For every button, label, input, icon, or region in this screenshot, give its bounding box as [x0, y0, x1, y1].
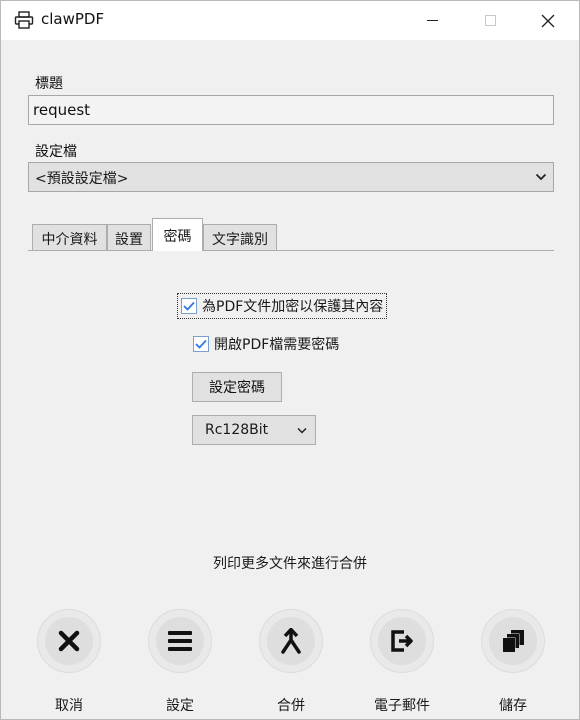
close-button[interactable]	[525, 1, 571, 40]
close-icon	[541, 14, 555, 27]
printer-icon	[14, 11, 34, 29]
settings-button[interactable]	[148, 609, 212, 673]
cancel-label: 取消	[55, 698, 83, 714]
encryption-level-value: Rc128Bit	[205, 422, 269, 438]
title-bar: clawPDF	[1, 1, 579, 40]
window-title: clawPDF	[41, 10, 105, 28]
title-label: 標題	[35, 76, 63, 92]
tab-divider	[28, 250, 554, 251]
encryption-level-select[interactable]: Rc128Bit	[192, 415, 316, 445]
cancel-button[interactable]	[37, 609, 101, 673]
merge-icon	[281, 628, 301, 654]
profile-select-value: <預設設定檔>	[35, 171, 129, 187]
chevron-down-icon	[297, 427, 307, 434]
encrypt-checkbox[interactable]	[181, 298, 197, 314]
profile-label: 設定檔	[35, 144, 77, 160]
checkmark-icon	[195, 339, 207, 349]
minimize-icon	[426, 19, 438, 21]
merge-hint-text: 列印更多文件來進行合併	[213, 556, 367, 572]
require-password-checkbox[interactable]	[193, 336, 209, 352]
save-label: 儲存	[499, 698, 527, 714]
require-password-checkbox-row[interactable]: 開啟PDF檔需要密碼	[193, 334, 339, 354]
encrypt-checkbox-row[interactable]: 為PDF文件加密以保護其內容	[177, 293, 388, 319]
tab-ocr[interactable]: 文字識別	[203, 224, 277, 251]
tab-metadata[interactable]: 中介資料	[32, 224, 107, 251]
email-button[interactable]	[370, 609, 434, 673]
merge-button[interactable]	[259, 609, 323, 673]
title-input[interactable]	[28, 95, 554, 125]
encrypt-label: 為PDF文件加密以保護其內容	[202, 299, 384, 315]
x-icon	[58, 630, 80, 652]
settings-label: 設定	[166, 698, 194, 714]
maximize-icon	[484, 15, 496, 26]
checkmark-icon	[183, 301, 195, 311]
email-export-icon	[391, 630, 413, 652]
menu-icon	[168, 631, 192, 651]
email-label: 電子郵件	[374, 698, 430, 714]
require-password-label: 開啟PDF檔需要密碼	[214, 337, 340, 353]
tab-password[interactable]: 密碼	[152, 218, 203, 251]
profile-select[interactable]: <預設設定檔>	[28, 162, 554, 192]
tab-bar: 中介資料 設置 密碼 文字識別	[28, 218, 554, 251]
save-copies-icon	[502, 630, 524, 653]
clawpdf-window: clawPDF 標題 設定檔 <預設設定檔> 中介資料 設置 密碼 文字識別 為…	[0, 0, 580, 720]
chevron-down-icon	[535, 173, 547, 181]
maximize-button[interactable]	[467, 1, 513, 40]
set-password-button[interactable]: 設定密碼	[192, 372, 282, 402]
merge-label: 合併	[277, 698, 305, 714]
minimize-button[interactable]	[409, 1, 455, 40]
tab-settings[interactable]: 設置	[107, 224, 151, 251]
save-button[interactable]	[481, 609, 545, 673]
